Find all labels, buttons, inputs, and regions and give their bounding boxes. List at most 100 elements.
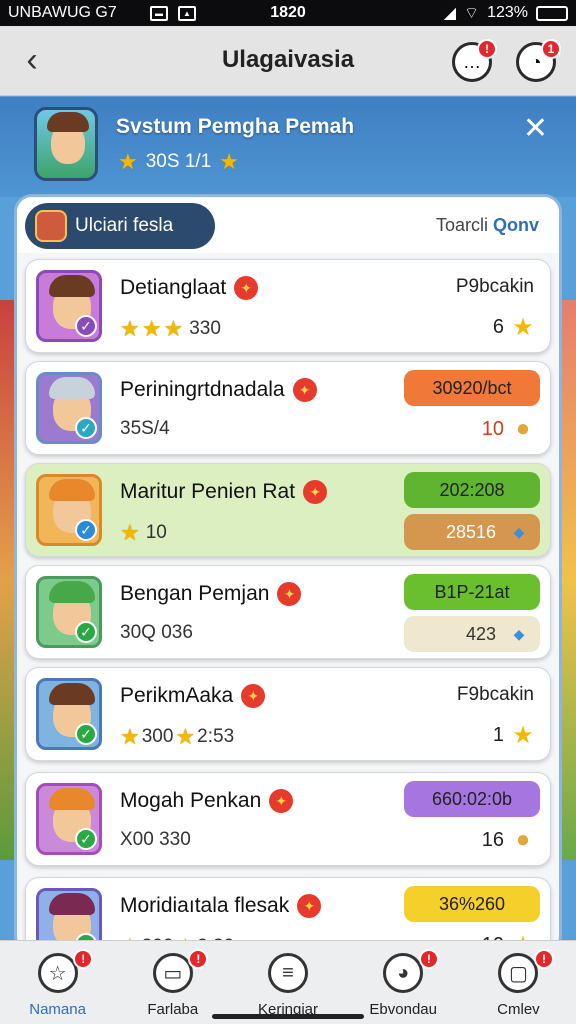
player-name-text: Detianglaat xyxy=(120,276,227,299)
player-name: Mogah Penkan ✦ xyxy=(120,789,294,813)
badge: 1 xyxy=(541,39,561,59)
avatar-hair xyxy=(49,479,95,501)
secondary-badge-value: 28516 xyxy=(445,521,496,542)
star-icon: ★ xyxy=(219,149,239,174)
medal-icon: ✦ xyxy=(277,582,302,606)
avatar: ✓ xyxy=(36,270,102,342)
tab-other-label: Toarcli xyxy=(435,215,488,235)
avatar-hair xyxy=(49,275,95,297)
banner: Svstum Pemgha Pemah ★ 30S 1/1 ★ ✕ xyxy=(0,97,576,197)
player-stat: X00 330 xyxy=(120,829,191,851)
right-value: 10 ● xyxy=(481,415,536,442)
right-value-text: 10 xyxy=(481,417,504,440)
avatar xyxy=(34,107,98,181)
player-name-text: Mogah Penkan xyxy=(120,789,262,812)
star-icon: ★ xyxy=(512,313,534,341)
player-name-text: Moridiaıtala flesak xyxy=(120,894,290,917)
notification-icon: ◔ xyxy=(530,51,542,72)
battery-percent: 123% xyxy=(487,4,528,21)
right-value: 1 ★ xyxy=(493,721,536,749)
notification-button[interactable]: ◔ 1 xyxy=(516,39,561,82)
star-icon: ★ xyxy=(141,316,162,341)
tab-other-accent: Qonv xyxy=(492,215,539,235)
bottom-nav-item[interactable]: ☆ Namana! xyxy=(0,941,115,1024)
secondary-badge: 423 ◆ xyxy=(404,616,540,652)
tab-active[interactable]: Ulciari fesla xyxy=(25,203,215,249)
chat-button[interactable]: … ! xyxy=(452,39,497,82)
bottom-nav-item[interactable]: ▭ Farlaba! xyxy=(115,941,230,1024)
shield-icon xyxy=(35,210,67,242)
star-icon: ★ xyxy=(512,721,534,749)
player-name-text: Bengan Pemjan xyxy=(120,582,270,605)
avatar-hair xyxy=(49,377,95,399)
top-nav: ‹ Ulagaivasia … ! ◔ 1 xyxy=(0,26,576,96)
player-name-text: Periningrtdnadala xyxy=(120,378,285,401)
bottom-nav-item[interactable]: ◕ Ebvondau! xyxy=(346,941,461,1024)
badge: ! xyxy=(73,949,94,969)
bottom-nav-item[interactable]: ▢ Cmlev! xyxy=(461,941,576,1024)
bottom-nav-label: Cmlev xyxy=(497,1001,540,1018)
tab-bar: Ulciari fesla Toarcli Qonv xyxy=(17,197,559,253)
player-stat-value: 300 xyxy=(141,726,174,747)
player-stat-value-2: 2:53 xyxy=(197,726,235,747)
avatar: ✓ xyxy=(36,372,102,444)
player-stat: ★ ★ ★ 330 xyxy=(120,316,221,342)
check-icon: ✓ xyxy=(75,828,97,850)
chat-face-icon: ◕ xyxy=(383,953,424,993)
coin-icon: ● xyxy=(515,415,531,442)
check-icon: ✓ xyxy=(75,621,97,643)
list-item[interactable]: ✓ Periningrtdnadala ✦ 35S/4 30920/bct 10 ● xyxy=(25,361,551,455)
score-badge: 660:02:0b xyxy=(404,781,540,817)
score-badge: B1P-21at xyxy=(404,574,540,610)
badge: ! xyxy=(188,949,209,969)
player-stat: ★ 10 xyxy=(120,520,167,546)
player-name-text: Maritur Penien Rat xyxy=(120,480,296,503)
carrier-label: UNBAWUG G7 xyxy=(8,4,117,21)
list-item[interactable]: ✓ PerikmAaka ✦ ★ 300 ★ 2:53 F9bcakin 1 ★ xyxy=(25,667,551,761)
right-label: P9bcakin xyxy=(455,276,534,297)
player-stat-value: 10 xyxy=(145,522,167,543)
star-icon: ★ xyxy=(175,724,196,749)
battery-icon xyxy=(536,5,568,21)
banner-subtitle-text: 30S 1/1 xyxy=(145,151,212,172)
bottom-nav-label: Ebvondau xyxy=(369,1001,437,1018)
avatar: ✓ xyxy=(36,783,102,855)
medal-icon: ✦ xyxy=(303,480,328,504)
bottom-nav-item[interactable]: ≡ Keringjar xyxy=(230,941,345,1024)
player-stat: 35S/4 xyxy=(120,418,170,440)
home-indicator xyxy=(212,1014,364,1019)
check-icon: ✓ xyxy=(75,723,97,745)
avatar-hair xyxy=(49,581,95,603)
avatar: ✓ xyxy=(36,576,102,648)
player-name: Maritur Penien Rat ✦ xyxy=(120,480,328,504)
secondary-badge: 28516 ◆ xyxy=(404,514,540,550)
profile-icon: ▢ xyxy=(498,953,539,993)
player-name: PerikmAaka ✦ xyxy=(120,684,266,708)
check-icon: ✓ xyxy=(75,315,97,337)
list-item[interactable]: ✓ Maritur Penien Rat ✦ ★ 10 202:208 28516 ◆ xyxy=(25,463,551,557)
medal-icon: ✦ xyxy=(292,378,317,402)
coin-icon: ● xyxy=(515,826,531,853)
score-badge: 36%260 xyxy=(404,886,540,922)
status-bar: UNBAWUG G7 ▬ ▲ 1820 ◢ ⌔ 123% xyxy=(0,0,576,26)
tab-other[interactable]: Toarcli Qonv xyxy=(436,215,539,236)
bottom-nav-label: Farlaba xyxy=(147,1001,199,1018)
score-badge: 202:208 xyxy=(404,472,540,508)
banner-subtitle: ★ 30S 1/1 ★ xyxy=(118,149,239,175)
list-item[interactable]: ✓ Mogah Penkan ✦ X00 330 660:02:0b 16 ● xyxy=(25,772,551,866)
right-label: F9bcakin xyxy=(456,684,534,705)
gem-icon: ◆ xyxy=(513,523,525,540)
avatar-hair xyxy=(49,893,95,915)
check-icon: ✓ xyxy=(75,417,97,439)
close-icon[interactable]: ✕ xyxy=(523,111,548,146)
list-item[interactable]: ✓ Detianglaat ✦ ★ ★ ★ 330 P9bcakin 6 ★ xyxy=(25,259,551,353)
background-scenery xyxy=(560,300,576,860)
score-badge: 30920/bct xyxy=(404,370,540,406)
badge: ! xyxy=(418,949,439,969)
player-name-text: PerikmAaka xyxy=(120,684,234,707)
badge: ! xyxy=(477,39,497,59)
banner-title: Svstum Pemgha Pemah xyxy=(116,115,355,138)
avatar-hair xyxy=(49,788,95,810)
list-item[interactable]: ✓ Bengan Pemjan ✦ 30Q 036 B1P-21at 423 ◆ xyxy=(25,565,551,659)
bottom-nav: ☆ Namana! ▭ Farlaba! ≡ Keringjar ◕ Ebvondau! ▢ Cm… xyxy=(0,940,576,1024)
